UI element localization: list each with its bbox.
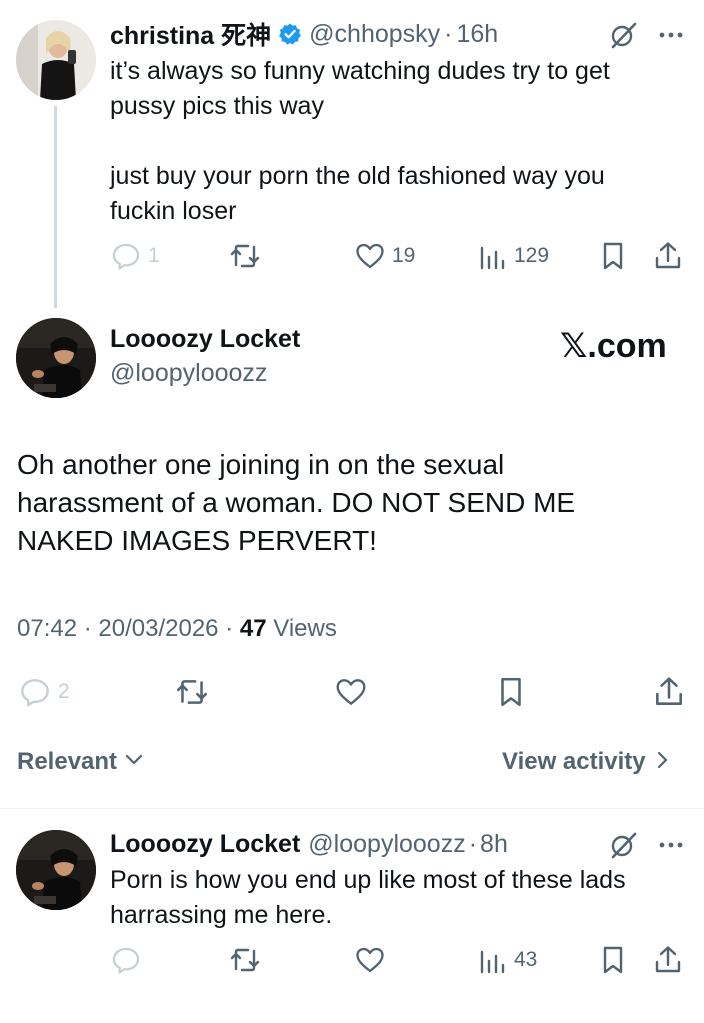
views-count: 129 — [514, 244, 550, 267]
share-icon — [652, 675, 686, 709]
action-bar: 43 — [110, 940, 690, 980]
retweet-button[interactable] — [228, 236, 262, 276]
action-bar: 1 19 129 — [110, 236, 690, 276]
tweet-text-line: just buy your porn the old fashioned way… — [110, 162, 605, 190]
grok-icon[interactable] — [608, 830, 638, 865]
tweet-text-line: it’s always so funny watching dudes try … — [110, 57, 610, 85]
reply-button[interactable]: 2 — [18, 672, 70, 712]
retweet-icon — [174, 675, 210, 709]
reply-count: 1 — [148, 244, 160, 267]
avatar-photo — [16, 318, 96, 398]
avatar[interactable] — [16, 20, 96, 100]
thread-line — [54, 106, 57, 308]
reply-header: christina 死神 @chhopsky · 16h — [110, 17, 498, 51]
bookmark-icon — [598, 240, 628, 272]
chevron-right-icon — [656, 751, 670, 774]
views-count: 43 — [514, 948, 538, 971]
heart-icon — [333, 675, 369, 709]
views-label: Views — [273, 615, 337, 642]
tweet-text: it’s always so funny watching dudes try … — [110, 54, 690, 229]
retweet-button[interactable] — [228, 940, 262, 980]
more-options-icon[interactable] — [656, 22, 686, 53]
separator-dot: · — [444, 19, 453, 48]
like-button[interactable] — [354, 940, 386, 980]
reply-icon — [110, 944, 142, 976]
like-button[interactable]: 19 — [354, 236, 415, 276]
post-date[interactable]: 20/03/2026 — [98, 615, 218, 642]
timestamp[interactable]: 8h — [480, 830, 508, 859]
handle[interactable]: @chhopsky — [309, 20, 440, 49]
handle[interactable]: @loopylooozz — [308, 830, 465, 859]
heart-icon — [354, 944, 386, 976]
reply-button[interactable] — [110, 940, 142, 980]
tweet-text-line: NAKED IMAGES PERVERT! — [17, 525, 377, 556]
separator-dot: · — [225, 615, 234, 642]
separator-dot: · — [83, 615, 92, 642]
views-button[interactable]: 43 — [478, 940, 537, 980]
display-name[interactable]: Loooozy Locket — [110, 325, 300, 354]
tweet-text-line: Porn is how you end up like most of thes… — [110, 866, 626, 894]
retweet-icon — [228, 240, 262, 272]
tweet-meta: 07:42 · 20/03/2026 · 47 Views — [17, 615, 337, 643]
tweet-text-line: pussy pics this way — [110, 92, 324, 120]
retweet-button[interactable] — [174, 672, 210, 712]
bookmark-button[interactable] — [495, 672, 527, 712]
bookmark-button[interactable] — [598, 940, 628, 980]
more-options-icon[interactable] — [656, 832, 686, 863]
tweet-text-line: harassment of a woman. DO NOT SEND ME — [17, 487, 576, 518]
reply-count: 2 — [58, 680, 70, 703]
share-icon — [652, 944, 684, 976]
retweet-icon — [228, 944, 262, 976]
separator-dot: · — [468, 829, 478, 858]
share-button[interactable] — [652, 940, 684, 980]
reply-icon — [18, 675, 52, 709]
bookmark-icon — [495, 675, 527, 709]
sort-label: Relevant — [17, 748, 118, 775]
view-activity-label: View activity — [502, 748, 646, 775]
display-name[interactable]: Loooozy Locket — [110, 830, 300, 859]
display-name[interactable]: christina 死神 — [110, 16, 271, 52]
post-time[interactable]: 07:42 — [17, 615, 77, 642]
share-button[interactable] — [652, 672, 686, 712]
reply-button[interactable]: 1 — [110, 236, 160, 276]
view-activity-link[interactable]: View activity — [502, 748, 670, 776]
handle[interactable]: @loopylooozz — [110, 359, 267, 388]
x-com-watermark: 𝕏.com — [560, 327, 667, 365]
divider — [0, 808, 704, 809]
reply-icon — [110, 240, 142, 272]
views-button[interactable]: 129 — [478, 236, 549, 276]
verified-badge-icon — [278, 22, 302, 46]
avatar-photo — [16, 20, 96, 100]
views-icon — [478, 240, 508, 272]
bookmark-icon — [598, 944, 628, 976]
share-icon — [652, 240, 684, 272]
avatar[interactable] — [16, 830, 96, 910]
tweet-text-line: Oh another one joining in on the sexual — [17, 449, 505, 480]
like-button[interactable] — [333, 672, 369, 712]
tweet-text: Porn is how you end up like most of thes… — [110, 863, 690, 933]
sort-dropdown[interactable]: Relevant — [17, 748, 143, 776]
bookmark-button[interactable] — [598, 236, 628, 276]
tweet-text-line: fuckin loser — [110, 197, 237, 225]
main-tweet-text: Oh another one joining in on the sexual … — [17, 446, 697, 560]
main-action-bar: 2 — [18, 672, 688, 712]
grok-icon[interactable] — [608, 20, 638, 55]
chevron-down-icon — [125, 753, 143, 772]
tweet-text-line: harrassing me here. — [110, 901, 333, 929]
reply-header: Loooozy Locket @loopylooozz · 8h — [110, 827, 508, 861]
views-icon — [478, 944, 508, 976]
views-count: 47 — [239, 615, 267, 642]
share-button[interactable] — [652, 236, 684, 276]
avatar[interactable] — [16, 318, 96, 398]
heart-icon — [354, 240, 386, 272]
avatar-photo — [16, 830, 96, 910]
timestamp[interactable]: 16h — [456, 20, 498, 49]
like-count: 19 — [392, 244, 416, 267]
